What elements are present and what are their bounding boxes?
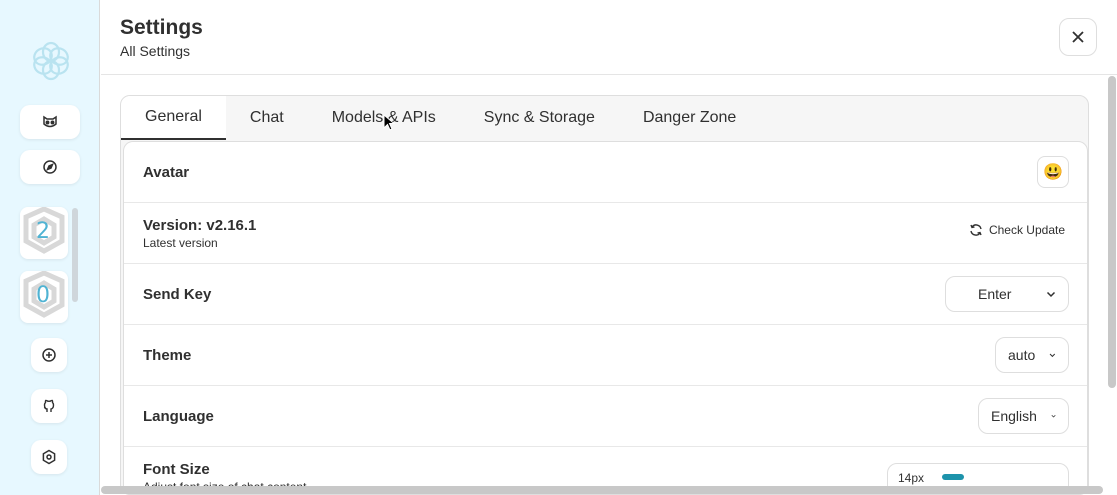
slider-track[interactable]	[942, 474, 1062, 480]
chevron-down-icon	[1049, 353, 1056, 358]
close-button[interactable]	[1059, 18, 1097, 56]
mask-card[interactable]: 2	[20, 207, 68, 259]
page-title: Settings	[120, 16, 203, 39]
slider-value: 14px	[898, 471, 925, 485]
github-icon	[43, 399, 55, 412]
send-key-select[interactable]: Enter	[945, 276, 1069, 312]
setting-label: Send Key	[143, 286, 212, 303]
chevron-down-icon	[1051, 414, 1056, 418]
settings-panel: General Chat Models & APIs Sync & Storag…	[120, 95, 1089, 495]
tab-chat[interactable]: Chat	[226, 96, 308, 140]
compass-icon	[43, 160, 57, 174]
setting-sublabel: Latest version	[143, 236, 218, 250]
sidebar-scrollbar[interactable]	[72, 208, 78, 302]
emoji-avatar-icon: 😃	[1043, 164, 1063, 181]
avatar-picker-button[interactable]: 😃	[1037, 156, 1069, 188]
tab-sync-storage[interactable]: Sync & Storage	[460, 96, 619, 140]
add-circle-icon	[42, 348, 56, 362]
check-update-label: Check Update	[988, 223, 1065, 237]
setting-label: Language	[143, 408, 214, 425]
horizontal-scrollbar[interactable]	[101, 486, 1103, 494]
setting-label: Avatar	[143, 164, 190, 181]
setting-row-theme: Theme auto	[124, 325, 1087, 386]
mask-icon	[43, 115, 57, 128]
gear-icon	[42, 449, 56, 465]
mouse-cursor-icon	[383, 114, 395, 131]
setting-row-avatar: Avatar 😃	[124, 142, 1087, 203]
refresh-icon	[970, 224, 982, 236]
settings-list: Avatar 😃 Version: v2.16.1 Latest version…	[123, 141, 1088, 494]
vertical-scrollbar[interactable]	[1108, 76, 1116, 388]
setting-row-send-key: Send Key Enter	[124, 264, 1087, 325]
settings-button[interactable]	[31, 440, 67, 474]
chatgpt-logo-icon	[33, 41, 69, 81]
settings-page: Settings All Settings General Chat Model…	[101, 0, 1117, 495]
setting-row-version: Version: v2.16.1 Latest version Check Up…	[124, 203, 1087, 264]
new-chat-button[interactable]	[31, 338, 67, 372]
sidebar: 2 0	[0, 0, 100, 495]
setting-label: Theme	[143, 347, 192, 364]
chat-count: 2	[36, 219, 50, 244]
header: Settings All Settings	[101, 0, 1117, 75]
theme-select[interactable]: auto	[995, 337, 1069, 373]
select-value: auto	[1008, 347, 1036, 363]
chat-count: 0	[36, 283, 50, 308]
github-button[interactable]	[31, 389, 67, 423]
setting-label: Font Size	[143, 461, 210, 478]
close-icon	[1072, 31, 1084, 43]
mask-card[interactable]: 0	[20, 271, 68, 323]
tab-bar: General Chat Models & APIs Sync & Storag…	[121, 96, 760, 140]
select-value: Enter	[978, 286, 1012, 302]
setting-row-language: Language English	[124, 386, 1087, 447]
setting-label: Version: v2.16.1	[143, 217, 257, 234]
page-subtitle: All Settings	[120, 43, 191, 59]
chevron-down-icon	[1046, 291, 1056, 298]
check-update-button[interactable]: Check Update	[969, 223, 1065, 237]
mask-button[interactable]	[20, 105, 80, 139]
select-value: English	[991, 408, 1037, 424]
tab-general[interactable]: General	[121, 96, 226, 140]
language-select[interactable]: English	[978, 398, 1069, 434]
tab-danger-zone[interactable]: Danger Zone	[619, 96, 760, 140]
slider-fill	[942, 474, 964, 480]
discovery-button[interactable]	[20, 150, 80, 184]
